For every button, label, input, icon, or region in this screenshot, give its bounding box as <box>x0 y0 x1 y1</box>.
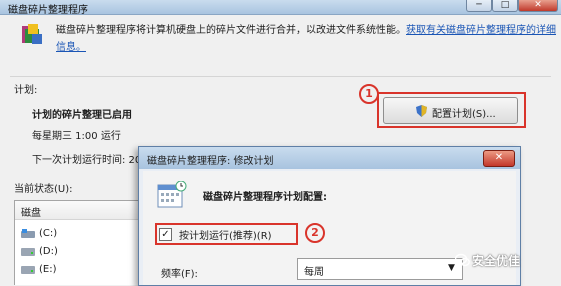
drive-name: (E:) <box>39 264 57 275</box>
maximize-button[interactable]: □ <box>492 0 518 12</box>
schedule-run-time: 每星期三 1:00 运行 <box>32 131 121 142</box>
dialog-heading: 磁盘碎片整理程序计划配置: <box>203 192 327 203</box>
minimize-button[interactable]: ─ <box>466 0 492 12</box>
calendar-icon <box>157 181 187 208</box>
main-window-titlebar: 磁盘碎片整理程序 ─ □ ✕ <box>0 0 561 16</box>
divider <box>10 76 551 77</box>
list-item[interactable]: (D:) <box>21 245 141 261</box>
watermark: 安全优佳 <box>472 254 521 268</box>
annotation-box-1 <box>377 92 526 128</box>
schedule-next-run: 下一次计划运行时间: 20 <box>32 155 142 166</box>
drive-icon <box>21 248 35 256</box>
annotation-box-2 <box>155 223 298 245</box>
frequency-select[interactable]: 每周 ▼ <box>297 258 463 280</box>
disk-list[interactable]: 磁盘 (C:) (D:) (E:) <box>14 200 146 285</box>
system-drive-icon <box>21 229 35 238</box>
current-status-label: 当前状态(U): <box>14 184 73 195</box>
drive-name: (D:) <box>39 246 58 257</box>
drive-name: (C:) <box>39 228 58 239</box>
schedule-section-label: 计划: <box>14 85 38 96</box>
list-item[interactable]: (C:) <box>21 227 141 243</box>
schedule-status: 计划的碎片整理已启用 <box>32 110 132 121</box>
list-item[interactable]: (E:) <box>21 263 141 279</box>
dialog-title: 磁盘碎片整理程序: 修改计划 <box>147 156 274 167</box>
intro-text: 磁盘碎片整理程序将计算机硬盘上的碎片文件进行合并，以改进文件系统性能。获取有关磁… <box>56 22 556 56</box>
dialog-close-button[interactable]: ✕ <box>483 150 515 167</box>
frequency-label: 频率(F): <box>161 269 198 280</box>
wechat-icon <box>455 253 470 267</box>
intro-description: 磁盘碎片整理程序将计算机硬盘上的碎片文件进行合并，以改进文件系统性能。 <box>56 25 406 36</box>
disk-column-header[interactable]: 磁盘 <box>15 201 145 220</box>
frequency-value: 每周 <box>304 267 324 278</box>
dialog-titlebar: 磁盘碎片整理程序: 修改计划 ✕ <box>139 147 520 169</box>
defrag-app-icon <box>22 24 42 44</box>
annotation-marker-1: 1 <box>359 84 379 104</box>
disk-header-label: 磁盘 <box>21 208 41 219</box>
dialog-body: 磁盘碎片整理程序计划配置: ✓ 按计划运行(推荐)(R) 2 频率(F): 每周… <box>143 171 516 285</box>
close-button[interactable]: ✕ <box>518 0 558 12</box>
annotation-marker-2: 2 <box>305 223 325 243</box>
drive-icon <box>21 266 35 274</box>
window-title: 磁盘碎片整理程序 <box>8 5 88 16</box>
chevron-down-icon[interactable]: ▼ <box>448 263 455 273</box>
